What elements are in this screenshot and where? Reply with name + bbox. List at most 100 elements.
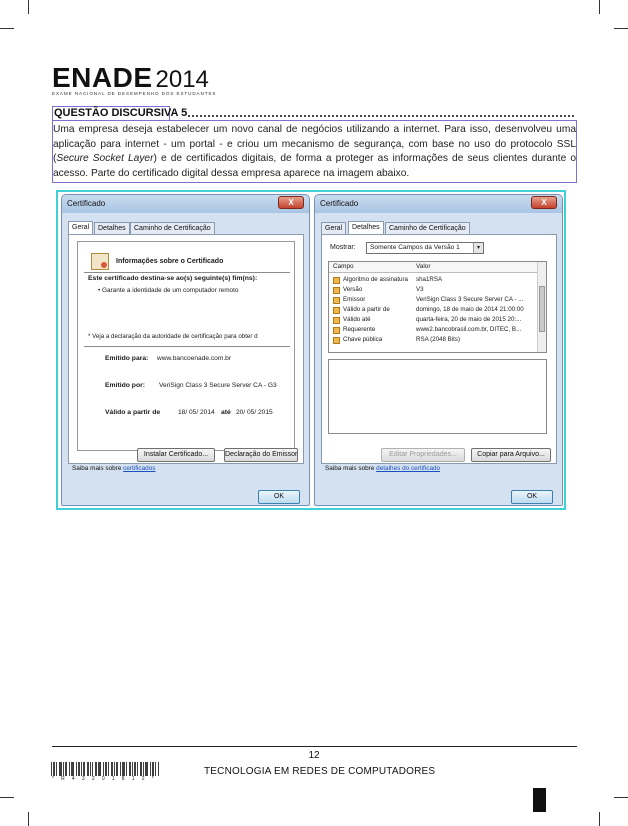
logo-year: 2014 — [155, 66, 209, 93]
close-button[interactable]: X — [531, 196, 557, 209]
close-button[interactable]: X — [278, 196, 304, 209]
divider — [84, 346, 290, 347]
learn-more-text: Saiba mais sobre — [72, 465, 124, 472]
barcode-bar — [79, 762, 80, 776]
tab-details[interactable]: Detalhes — [348, 221, 384, 234]
list-header: Campo Valor — [329, 262, 537, 273]
field-icon — [333, 327, 340, 334]
field-name: Válido até — [343, 316, 371, 323]
issued-to-value: www.bancoenade.com.br — [157, 355, 232, 362]
chevron-down-icon[interactable]: ▾ — [473, 243, 483, 253]
barcode-bar — [143, 762, 144, 776]
barcode-bar — [87, 762, 88, 776]
fields-list[interactable]: Campo Valor Algoritmo de assinatura sha1R… — [328, 261, 547, 353]
copy-to-file-button[interactable]: Copiar para Arquivo... — [471, 448, 551, 462]
barcode-bar — [60, 762, 61, 776]
barcode-bar — [56, 762, 57, 776]
install-certificate-button[interactable]: Instalar Certificado... — [137, 448, 215, 462]
certificate-window-general: Certificado X Geral Detalhes Caminho de … — [61, 194, 310, 506]
learn-more: Saiba mais sobre detalhes do certificado — [325, 465, 440, 472]
valid-until-value: 20/ 05/ 2015 — [236, 409, 273, 416]
field-icon — [333, 317, 340, 324]
barcode-bar — [54, 762, 55, 776]
list-item[interactable]: Válido a partir de domingo, 18 de maio de… — [329, 305, 537, 315]
list-item[interactable]: Requerente www2.bancobrasil.com.br, DITEC… — [329, 325, 537, 335]
field-name: Emissor — [343, 296, 366, 303]
field-value: RSA (2048 Bits) — [416, 336, 461, 343]
logo-subtitle: EXAME NACIONAL DE DESEMPENHO DOS ESTUDAN… — [52, 91, 217, 96]
list-item[interactable]: Algoritmo de assinatura sha1RSA — [329, 275, 537, 285]
field-detail-box — [328, 359, 547, 434]
column-value[interactable]: Valor — [416, 262, 430, 272]
barcode-bar — [123, 762, 124, 776]
edit-properties-button[interactable]: Editar Propriedades... — [381, 448, 465, 462]
barcode-bar — [99, 762, 100, 776]
barcode-bar — [96, 762, 97, 776]
barcode-bar — [53, 762, 54, 776]
logo-text: ENADE — [52, 62, 153, 93]
window-title: Certificado — [320, 199, 359, 208]
crop-mark — [599, 0, 600, 14]
barcode-bar — [103, 762, 104, 776]
learn-more: Saiba mais sobre certificados — [72, 465, 155, 472]
tab-certification-path[interactable]: Caminho de Certificação — [130, 222, 215, 234]
tab-details[interactable]: Detalhes — [94, 222, 130, 234]
ok-button[interactable]: OK — [511, 490, 553, 504]
barcode-bar — [83, 762, 84, 776]
tab-general[interactable]: Geral — [321, 222, 347, 234]
barcode-bar — [114, 762, 115, 776]
barcode-bar — [73, 762, 74, 776]
barcode-bar — [141, 762, 142, 776]
certificates-link[interactable]: certificados — [123, 465, 155, 472]
field-name: Chave pública — [343, 336, 383, 343]
certificate-icon — [91, 253, 109, 270]
barcode-text: * R 4 3 2 0 1 8 1 2 * — [52, 776, 157, 782]
barcode-bar — [132, 762, 133, 776]
show-fields-select[interactable]: Somente Campos da Versão 1 ▾ — [366, 242, 484, 254]
barcode-bar — [59, 762, 60, 776]
barcode-bar — [155, 762, 156, 776]
scrollbar-thumb[interactable] — [539, 286, 545, 332]
barcode-bar — [61, 762, 62, 776]
list-scrollbar[interactable] — [537, 262, 546, 352]
barcode-bar — [146, 762, 147, 776]
barcode-bar — [137, 762, 138, 776]
title-bar: Certificado X — [315, 195, 562, 213]
barcode-bar — [116, 762, 117, 776]
certificate-screenshot: Certificado X Geral Detalhes Caminho de … — [56, 190, 566, 510]
barcode-bar — [111, 762, 112, 776]
barcode — [51, 762, 159, 776]
barcode-bar — [66, 762, 67, 776]
issued-by-value: VeriSign Class 3 Secure Server CA - G3 — [159, 382, 277, 389]
tab-general[interactable]: Geral — [68, 221, 94, 234]
ok-button[interactable]: OK — [258, 490, 300, 504]
issued-by-label: Emitido por: — [105, 382, 146, 389]
list-item[interactable]: Emissor VeriSign Class 3 Secure Server CA… — [329, 295, 537, 305]
barcode-bar — [76, 762, 77, 776]
barcode-bar — [78, 762, 79, 776]
barcode-bar — [106, 762, 107, 776]
purpose-heading: Este certificado destina-se ao(s) seguin… — [88, 275, 258, 282]
column-field[interactable]: Campo — [333, 262, 354, 272]
certificate-details-link[interactable]: detalhes do certificado — [376, 465, 440, 472]
list-item[interactable]: Versão V3 — [329, 285, 537, 295]
question-text: Uma empresa deseja estabelecer um novo c… — [53, 123, 576, 181]
footer-rule — [52, 746, 577, 747]
issued-to-label: Emitido para: — [105, 355, 149, 362]
purpose-item: • Garante a identidade de um computador … — [98, 287, 239, 294]
field-icon — [333, 287, 340, 294]
list-item[interactable]: Chave pública RSA (2048 Bits) — [329, 335, 537, 345]
crop-mark — [28, 812, 29, 826]
barcode-bar — [158, 762, 159, 776]
crop-mark — [0, 797, 14, 798]
field-value: VeriSign Class 3 Secure Server CA - ... — [416, 296, 524, 303]
barcode-bar — [84, 762, 85, 776]
issuer-statement-button[interactable]: Declaração do Emissor — [224, 448, 298, 462]
field-name: Algoritmo de assinatura — [343, 276, 409, 283]
tab-certification-path[interactable]: Caminho de Certificação — [385, 222, 470, 234]
authority-note: * Veja a declaração da autoridade de cer… — [88, 333, 258, 340]
barcode-bar — [63, 762, 64, 776]
general-panel: Informações sobre o Certificado Este cer… — [68, 234, 304, 464]
list-item[interactable]: Válido até quarta-feira, 20 de maio de 20… — [329, 315, 537, 325]
field-name: Válido a partir de — [343, 306, 390, 313]
